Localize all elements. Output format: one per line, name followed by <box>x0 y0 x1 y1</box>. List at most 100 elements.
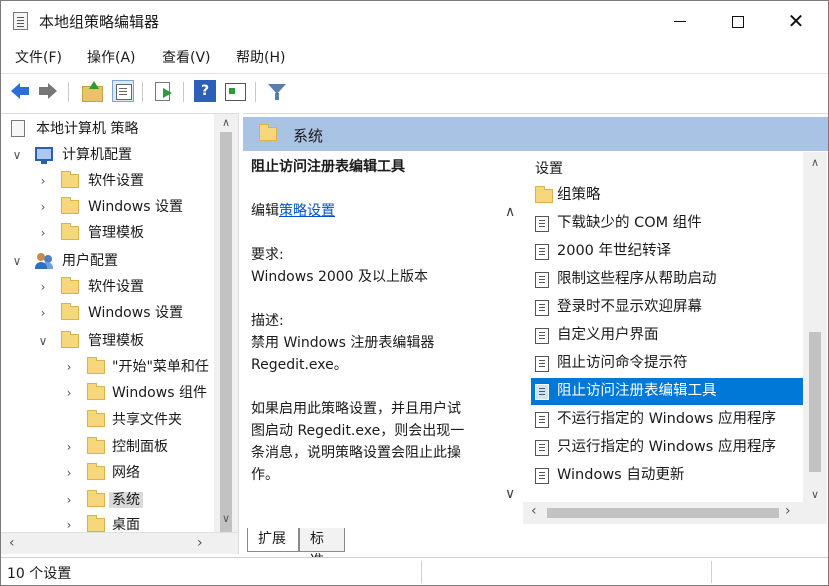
list-item[interactable]: 自定义用户界面 <box>531 322 803 349</box>
settings-column-header[interactable]: 设置 <box>535 158 563 178</box>
scroll-left-icon[interactable]: ‹ <box>531 503 537 519</box>
up-folder-icon[interactable] <box>81 80 103 102</box>
description-scroll-down-icon[interactable]: ∨ <box>505 486 515 502</box>
tree-item-cc-admin[interactable]: › 管理模板 <box>9 220 147 246</box>
close-icon: ✕ <box>787 9 805 33</box>
chevron-right-icon[interactable]: › <box>61 354 77 380</box>
list-item[interactable]: 只运行指定的 Windows 应用程序 <box>531 434 803 461</box>
list-item-selected[interactable]: 阻止访问注册表编辑工具 <box>531 378 803 405</box>
folder-icon <box>61 303 79 320</box>
scrollbar-thumb[interactable] <box>809 332 821 472</box>
list-item[interactable]: 2000 年世纪转译 <box>531 238 803 265</box>
export-list-icon[interactable] <box>153 80 175 102</box>
list-item[interactable]: Windows 自动更新 <box>531 462 803 489</box>
toolbar-divider <box>142 82 143 102</box>
folder-icon <box>87 437 105 454</box>
scroll-up-icon[interactable]: ∧ <box>803 156 827 169</box>
minimize-icon <box>674 20 686 23</box>
policy-setting-icon <box>535 440 549 456</box>
chevron-right-icon[interactable]: › <box>61 380 77 406</box>
folder-icon <box>61 171 79 188</box>
description-paragraph-3: 条消息，说明策略设置会阻止此操 <box>251 445 461 461</box>
minimize-button[interactable] <box>651 1 709 41</box>
list-item[interactable]: 组策略 <box>531 182 803 209</box>
chevron-right-icon[interactable]: › <box>35 220 51 246</box>
chevron-right-icon[interactable]: › <box>35 274 51 300</box>
tab-expanded[interactable]: 扩展 <box>247 528 299 552</box>
menu-file[interactable]: 文件(F) <box>15 47 62 67</box>
tree-item-windows-components[interactable]: › Windows 组件 <box>9 380 210 406</box>
tree-item-system[interactable]: › 系统 <box>9 487 143 513</box>
show-hide-tree-icon[interactable] <box>112 80 134 102</box>
tree-item-uc-software[interactable]: › 软件设置 <box>9 274 147 300</box>
policy-setting-icon <box>535 328 549 344</box>
edit-policy-link[interactable]: 策略设置 <box>279 203 335 219</box>
list-horizontal-scrollbar[interactable]: ‹ › <box>523 502 827 524</box>
close-button[interactable]: ✕ <box>767 1 825 41</box>
scroll-left-icon[interactable]: ‹ <box>9 535 15 551</box>
properties-icon[interactable] <box>224 80 246 102</box>
tree-horizontal-scrollbar[interactable]: ‹ › <box>1 532 238 554</box>
status-bar: 10 个设置 <box>1 557 828 585</box>
chevron-down-icon[interactable]: ∨ <box>35 328 51 354</box>
chevron-right-icon[interactable]: › <box>35 194 51 220</box>
list-item[interactable]: 阻止访问命令提示符 <box>531 350 803 377</box>
chevron-down-icon[interactable]: ∨ <box>9 142 25 168</box>
menu-help[interactable]: 帮助(H) <box>236 47 285 67</box>
list-item[interactable]: 下载缺少的 COM 组件 <box>531 210 803 237</box>
chevron-right-icon[interactable]: › <box>35 168 51 194</box>
tree-item-start-menu[interactable]: › "开始"菜单和任 <box>9 354 212 380</box>
tree-item-cc-windows[interactable]: › Windows 设置 <box>9 194 186 220</box>
chevron-down-icon[interactable]: ∨ <box>9 248 25 274</box>
list-item[interactable]: 限制这些程序从帮助启动 <box>531 266 803 293</box>
policy-setting-icon <box>535 384 549 400</box>
section-title: 系统 <box>293 127 324 145</box>
scroll-right-icon[interactable]: › <box>197 535 203 551</box>
scrollbar-thumb[interactable] <box>220 132 232 532</box>
tab-standard[interactable]: 标准 <box>299 528 345 569</box>
forward-arrow-icon[interactable] <box>37 80 59 102</box>
tree-item-shared-folders[interactable]: 共享文件夹 <box>9 407 185 433</box>
description-text-2: Regedit.exe。 <box>251 357 348 373</box>
tree-item-network[interactable]: › 网络 <box>9 460 143 486</box>
help-icon[interactable]: ? <box>194 80 216 102</box>
menu-action[interactable]: 操作(A) <box>87 47 136 67</box>
chevron-right-icon[interactable]: › <box>61 487 77 513</box>
policy-setting-icon <box>535 272 549 288</box>
tree-item-root[interactable]: 本地计算机 策略 <box>9 116 141 142</box>
maximize-button[interactable] <box>709 1 767 41</box>
tree-item-desktop[interactable]: › 桌面 <box>9 512 143 532</box>
description-label: 描述: <box>251 313 284 329</box>
description-scroll-up-icon[interactable]: ∧ <box>505 204 515 220</box>
policy-document-icon <box>11 120 25 137</box>
scroll-down-icon[interactable]: ∨ <box>803 488 827 501</box>
tree-item-cc-software[interactable]: › 软件设置 <box>9 168 147 194</box>
scroll-down-icon[interactable]: ∨ <box>214 512 238 525</box>
list-item[interactable]: 不运行指定的 Windows 应用程序 <box>531 406 803 433</box>
tree-item-computer-config[interactable]: ∨ 计算机配置 <box>9 142 135 168</box>
filter-icon[interactable] <box>266 80 288 102</box>
list-item[interactable]: 登录时不显示欢迎屏幕 <box>531 294 803 321</box>
chevron-right-icon[interactable]: › <box>61 434 77 460</box>
tree-item-control-panel[interactable]: › 控制面板 <box>9 434 171 460</box>
tree-pane: 本地计算机 策略 ∨ 计算机配置 › 软件设置 › Windows 设置 › 管… <box>1 113 239 554</box>
details-pane: 系统 阻止访问注册表编辑工具 编辑策略设置 要求: Windows 2000 及… <box>243 113 828 569</box>
list-vertical-scrollbar[interactable]: ∧ ∨ <box>803 152 827 507</box>
tree-item-uc-windows[interactable]: › Windows 设置 <box>9 300 186 326</box>
scrollbar-thumb[interactable] <box>547 508 779 518</box>
chevron-right-icon[interactable]: › <box>61 460 77 486</box>
chevron-right-icon[interactable]: › <box>35 300 51 326</box>
toolbar: ? <box>1 73 828 109</box>
scroll-up-icon[interactable]: ∧ <box>214 116 238 129</box>
back-arrow-icon[interactable] <box>9 80 31 102</box>
tree-item-user-config[interactable]: ∨ 用户配置 <box>9 248 121 274</box>
folder-icon <box>87 357 105 374</box>
description-text-1: 禁用 Windows 注册表编辑器 <box>251 335 435 351</box>
folder-icon <box>87 463 105 480</box>
description-paragraph-4: 作。 <box>251 467 279 483</box>
tree-vertical-scrollbar[interactable]: ∧ ∨ <box>214 114 238 532</box>
chevron-right-icon[interactable]: › <box>61 512 77 532</box>
menu-view[interactable]: 查看(V) <box>162 47 211 67</box>
scroll-right-icon[interactable]: › <box>785 503 791 519</box>
tree-item-uc-admin[interactable]: ∨ 管理模板 <box>9 328 147 354</box>
